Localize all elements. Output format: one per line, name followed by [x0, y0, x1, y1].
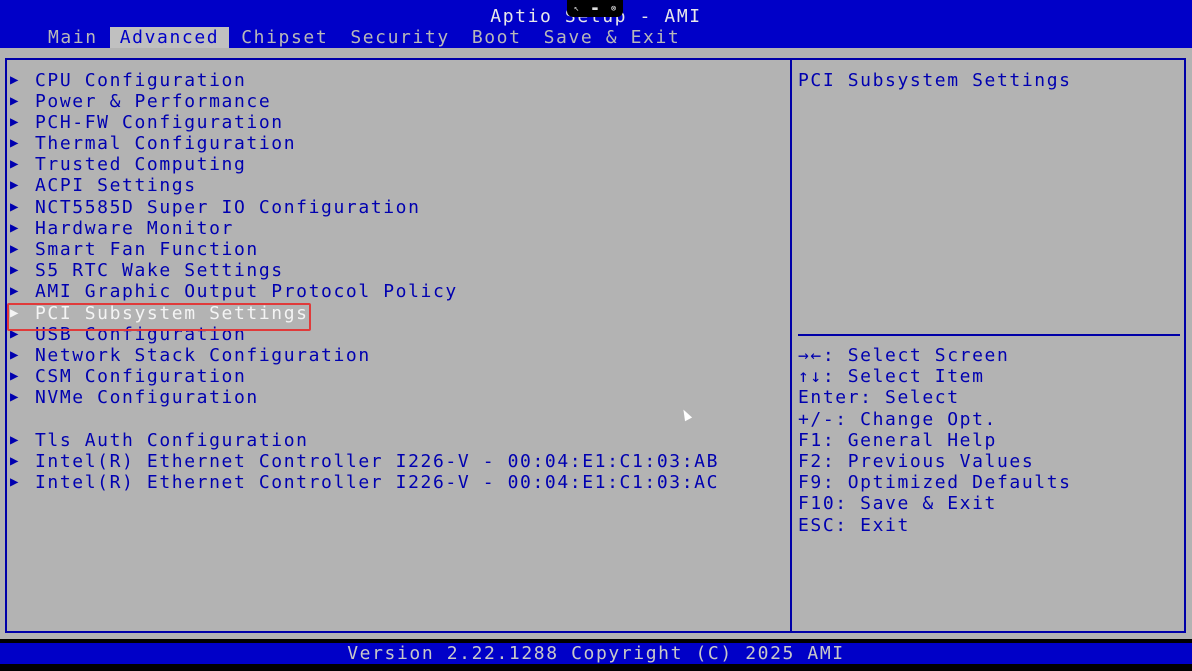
submenu-arrow-icon: ▶ — [10, 177, 19, 193]
menu-item-label: Power & Performance — [35, 91, 272, 112]
menu-item-thermal-configuration[interactable]: ▶ Thermal Configuration — [10, 133, 296, 154]
submenu-arrow-icon: ▶ — [10, 326, 19, 342]
menu-item-label: Intel(R) Ethernet Controller I226-V - 00… — [35, 472, 720, 493]
menu-item-label: NVMe Configuration — [35, 387, 259, 408]
keyboard-icon[interactable]: ▬ — [592, 4, 597, 14]
menu-item-gop-policy[interactable]: ▶ AMI Graphic Output Protocol Policy — [10, 281, 458, 302]
submenu-arrow-icon: ▶ — [10, 135, 19, 151]
menu-item-ethernet-controller-ac[interactable]: ▶ Intel(R) Ethernet Controller I226-V - 0… — [10, 472, 719, 493]
submenu-arrow-icon: ▶ — [10, 453, 19, 469]
submenu-arrow-icon: ▶ — [10, 241, 19, 257]
menu-item-label: Smart Fan Function — [35, 239, 259, 260]
key-hint-change-opt: +/-: Change Opt. — [798, 409, 997, 430]
menu-item-label: S5 RTC Wake Settings — [35, 260, 284, 281]
submenu-arrow-icon: ▶ — [10, 199, 19, 215]
menu-item-tls-auth-configuration[interactable]: ▶ Tls Auth Configuration — [10, 430, 309, 451]
menu-item-label: CPU Configuration — [35, 70, 247, 91]
key-hint-esc-exit: ESC: Exit — [798, 515, 910, 536]
submenu-arrow-icon: ▶ — [10, 156, 19, 172]
menu-item-cpu-configuration[interactable]: ▶ CPU Configuration — [10, 70, 246, 91]
tab-advanced[interactable]: Advanced — [109, 27, 230, 48]
close-icon[interactable]: ⊗ — [611, 4, 616, 14]
help-separator — [798, 334, 1180, 336]
submenu-arrow-icon: ▶ — [10, 305, 19, 321]
menu-item-label: NCT5585D Super IO Configuration — [35, 197, 421, 218]
tab-bar: Main Advanced Chipset Security Boot Save… — [38, 27, 692, 48]
menu-item-csm-configuration[interactable]: ▶ CSM Configuration — [10, 366, 246, 387]
menu-item-pch-fw-configuration[interactable]: ▶ PCH-FW Configuration — [10, 112, 284, 133]
menu-item-label: CSM Configuration — [35, 366, 247, 387]
setup-content: ▶ CPU Configuration ▶ Power & Performance … — [0, 48, 1192, 639]
menu-item-label: Hardware Monitor — [35, 218, 234, 239]
tab-chipset[interactable]: Chipset — [231, 27, 338, 48]
submenu-arrow-icon: ▶ — [10, 93, 19, 109]
tab-save-exit[interactable]: Save & Exit — [534, 27, 691, 48]
submenu-arrow-icon: ▶ — [10, 347, 19, 363]
key-hint-general-help: F1: General Help — [798, 430, 997, 451]
tab-boot[interactable]: Boot — [462, 27, 532, 48]
menu-item-smart-fan-function[interactable]: ▶ Smart Fan Function — [10, 239, 259, 260]
submenu-arrow-icon: ▶ — [10, 368, 19, 384]
menu-item-label: PCI Subsystem Settings — [35, 303, 309, 324]
version-copyright: Version 2.22.1288 Copyright (C) 2025 AMI — [0, 643, 1192, 664]
menu-item-label: PCH-FW Configuration — [35, 112, 284, 133]
menu-item-trusted-computing[interactable]: ▶ Trusted Computing — [10, 154, 246, 175]
submenu-arrow-icon: ▶ — [10, 262, 19, 278]
key-hint-save-exit: F10: Save & Exit — [798, 493, 997, 514]
menu-item-network-stack-configuration[interactable]: ▶ Network Stack Configuration — [10, 345, 371, 366]
menu-item-power-performance[interactable]: ▶ Power & Performance — [10, 91, 271, 112]
menu-item-label: Tls Auth Configuration — [35, 430, 309, 451]
help-description: PCI Subsystem Settings — [798, 70, 1072, 91]
key-hint-select-item: ↑↓: Select Item — [798, 366, 985, 387]
key-hint-enter: Enter: Select — [798, 387, 960, 408]
submenu-arrow-icon: ▶ — [10, 283, 19, 299]
menu-item-acpi-settings[interactable]: ▶ ACPI Settings — [10, 175, 197, 196]
key-hint-optimized-defaults: F9: Optimized Defaults — [798, 472, 1072, 493]
submenu-arrow-icon: ▶ — [10, 220, 19, 236]
menu-item-nvme-configuration[interactable]: ▶ NVMe Configuration — [10, 387, 259, 408]
menu-item-label: USB Configuration — [35, 324, 247, 345]
menu-item-super-io-configuration[interactable]: ▶ NCT5585D Super IO Configuration — [10, 197, 421, 218]
bios-header: Aptio Setup - AMI ↖ ▬ ⊗ Main Advanced Ch… — [0, 0, 1192, 48]
key-hint-previous-values: F2: Previous Values — [798, 451, 1035, 472]
menu-item-label: Thermal Configuration — [35, 133, 297, 154]
menu-item-label: Trusted Computing — [35, 154, 247, 175]
submenu-arrow-icon: ▶ — [10, 474, 19, 490]
pointer-icon[interactable]: ↖ — [574, 4, 579, 14]
menu-item-usb-configuration[interactable]: ▶ USB Configuration — [10, 324, 246, 345]
tab-main[interactable]: Main — [38, 27, 108, 48]
footer: Version 2.22.1288 Copyright (C) 2025 AMI — [0, 639, 1192, 671]
tab-security[interactable]: Security — [340, 27, 460, 48]
key-hint-select-screen: →←: Select Screen — [798, 345, 1010, 366]
submenu-arrow-icon: ▶ — [10, 432, 19, 448]
menu-item-label: AMI Graphic Output Protocol Policy — [35, 281, 458, 302]
submenu-arrow-icon: ▶ — [10, 114, 19, 130]
submenu-arrow-icon: ▶ — [10, 389, 19, 405]
menu-item-hardware-monitor[interactable]: ▶ Hardware Monitor — [10, 218, 234, 239]
menu-item-s5-rtc-wake-settings[interactable]: ▶ S5 RTC Wake Settings — [10, 260, 284, 281]
remote-toolbar: ↖ ▬ ⊗ — [567, 0, 623, 17]
menu-item-label: Intel(R) Ethernet Controller I226-V - 00… — [35, 451, 720, 472]
menu-item-ethernet-controller-ab[interactable]: ▶ Intel(R) Ethernet Controller I226-V - 0… — [10, 451, 719, 472]
menu-item-label: Network Stack Configuration — [35, 345, 371, 366]
menu-item-label: ACPI Settings — [35, 175, 197, 196]
menu-item-pci-subsystem-settings[interactable]: ▶ PCI Subsystem Settings — [10, 303, 309, 324]
submenu-arrow-icon: ▶ — [10, 72, 19, 88]
